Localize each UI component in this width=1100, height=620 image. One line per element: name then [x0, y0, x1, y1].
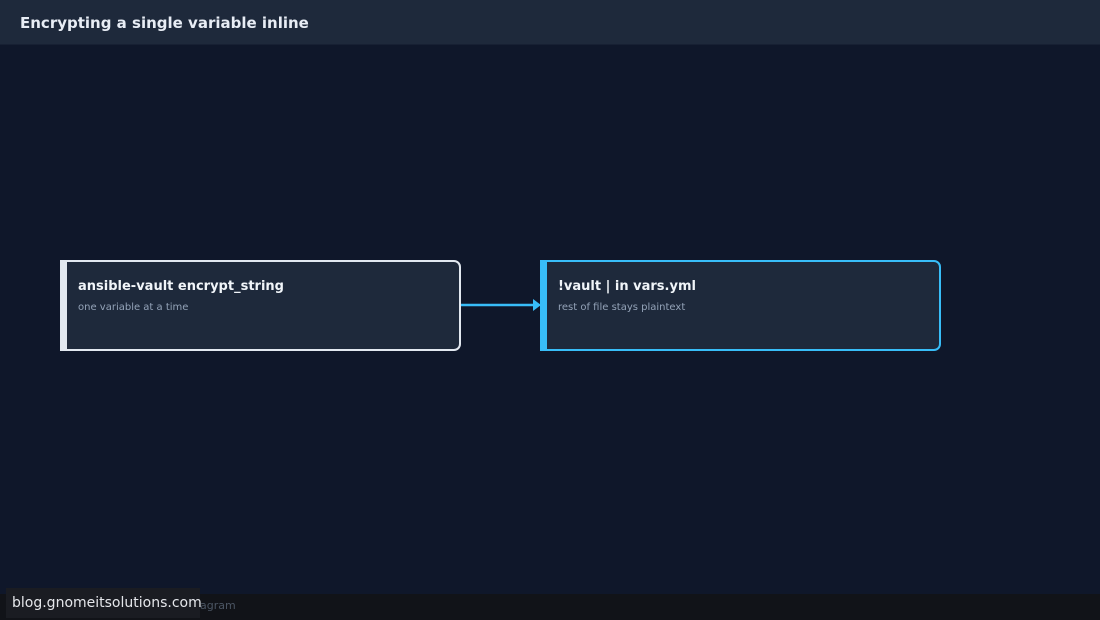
node-encrypt-string: ansible-vault encrypt_string one variabl… — [60, 260, 461, 351]
title-bar: Encrypting a single variable inline — [0, 0, 1100, 45]
node-accent-bar — [60, 260, 67, 351]
watermark-text: blog.gnomeitsolutions.com — [12, 595, 202, 611]
footer-caption: agram — [200, 599, 236, 612]
node-label: !vault | in vars.yml — [558, 279, 696, 294]
diagram-title: Encrypting a single variable inline — [20, 14, 309, 32]
watermark: blog.gnomeitsolutions.com — [6, 588, 202, 618]
node-label: ansible-vault encrypt_string — [78, 279, 284, 294]
node-accent-bar — [540, 260, 547, 351]
node-vault-in-vars: !vault | in vars.yml rest of file stays … — [540, 260, 941, 351]
node-sublabel: one variable at a time — [78, 302, 189, 313]
node-sublabel: rest of file stays plaintext — [558, 302, 686, 313]
